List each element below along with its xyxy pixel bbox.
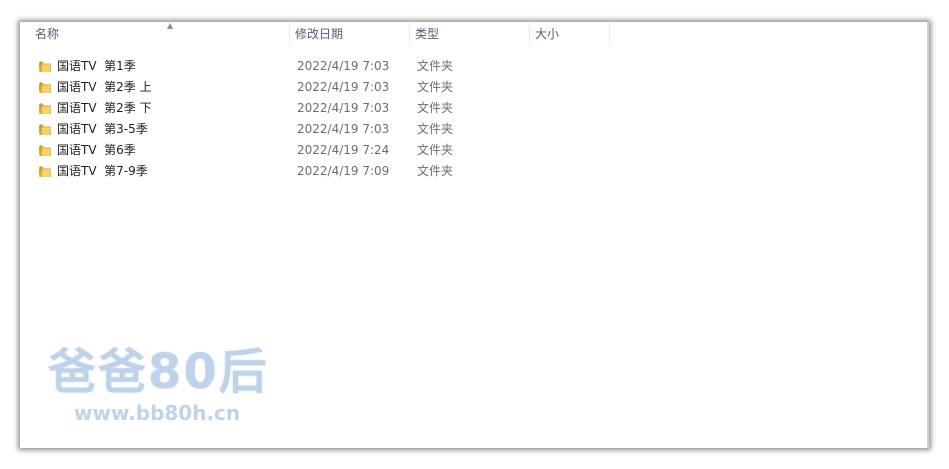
column-header-size-label: 大小	[535, 27, 560, 41]
column-header-name-label: 名称	[35, 27, 60, 41]
watermark: 爸爸80后 www.bb80h.cn	[48, 344, 278, 426]
file-type: 文件夹	[417, 164, 454, 178]
file-name: 国语TV 第7-9季	[57, 164, 148, 178]
file-row[interactable]: 国语TV 第6季 2022/4/19 7:24 文件夹	[20, 140, 929, 161]
sort-ascending-icon: ▲	[167, 22, 174, 30]
file-row[interactable]: 国语TV 第1季 2022/4/19 7:03 文件夹	[20, 56, 929, 77]
file-type: 文件夹	[417, 101, 454, 115]
folder-icon	[39, 103, 51, 114]
folder-icon	[39, 124, 51, 135]
column-header-date[interactable]: 修改日期	[290, 22, 410, 46]
file-row[interactable]: 国语TV 第3-5季 2022/4/19 7:03 文件夹	[20, 119, 929, 140]
column-header-name[interactable]: 名称 ▲	[30, 22, 290, 46]
file-type: 文件夹	[417, 122, 454, 136]
column-header-type[interactable]: 类型	[410, 22, 530, 46]
file-row[interactable]: 国语TV 第2季 下 2022/4/19 7:03 文件夹	[20, 98, 929, 119]
file-row[interactable]: 国语TV 第7-9季 2022/4/19 7:09 文件夹	[20, 161, 929, 182]
file-list: 国语TV 第1季 2022/4/19 7:03 文件夹 国语TV 第2季 上 2…	[20, 56, 929, 182]
file-name: 国语TV 第2季 上	[57, 80, 152, 94]
file-type: 文件夹	[417, 59, 454, 73]
column-header-size[interactable]: 大小	[530, 22, 610, 46]
folder-icon	[39, 82, 51, 93]
file-date: 2022/4/19 7:03	[297, 80, 390, 94]
file-name: 国语TV 第6季	[57, 143, 136, 157]
file-name: 国语TV 第2季 下	[57, 101, 152, 115]
column-header-bar: 名称 ▲ 修改日期 类型 大小	[20, 22, 929, 46]
folder-icon	[39, 61, 51, 72]
column-header-type-label: 类型	[415, 27, 440, 41]
file-date: 2022/4/19 7:09	[297, 164, 390, 178]
file-date: 2022/4/19 7:03	[297, 59, 390, 73]
file-name: 国语TV 第3-5季	[57, 122, 148, 136]
file-row[interactable]: 国语TV 第2季 上 2022/4/19 7:03 文件夹	[20, 77, 929, 98]
file-date: 2022/4/19 7:24	[297, 143, 390, 157]
folder-icon	[39, 145, 51, 156]
file-type: 文件夹	[417, 143, 454, 157]
watermark-url: www.bb80h.cn	[74, 401, 241, 425]
file-name: 国语TV 第1季	[57, 59, 136, 73]
watermark-title: 爸爸80后	[48, 344, 269, 400]
column-header-date-label: 修改日期	[295, 27, 344, 41]
file-date: 2022/4/19 7:03	[297, 122, 390, 136]
file-type: 文件夹	[417, 80, 454, 94]
file-explorer-window: 名称 ▲ 修改日期 类型 大小 国语TV 第1季 2022/4/19 7:03 …	[20, 22, 929, 448]
file-date: 2022/4/19 7:03	[297, 101, 390, 115]
folder-icon	[39, 166, 51, 177]
window-border-right	[927, 22, 929, 448]
